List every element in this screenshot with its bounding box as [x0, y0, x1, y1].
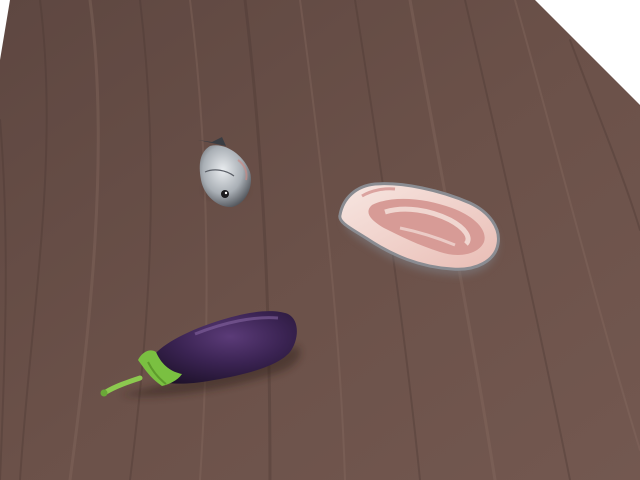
fish-eye — [221, 190, 229, 198]
scene — [0, 0, 640, 480]
scene-svg — [0, 0, 640, 480]
